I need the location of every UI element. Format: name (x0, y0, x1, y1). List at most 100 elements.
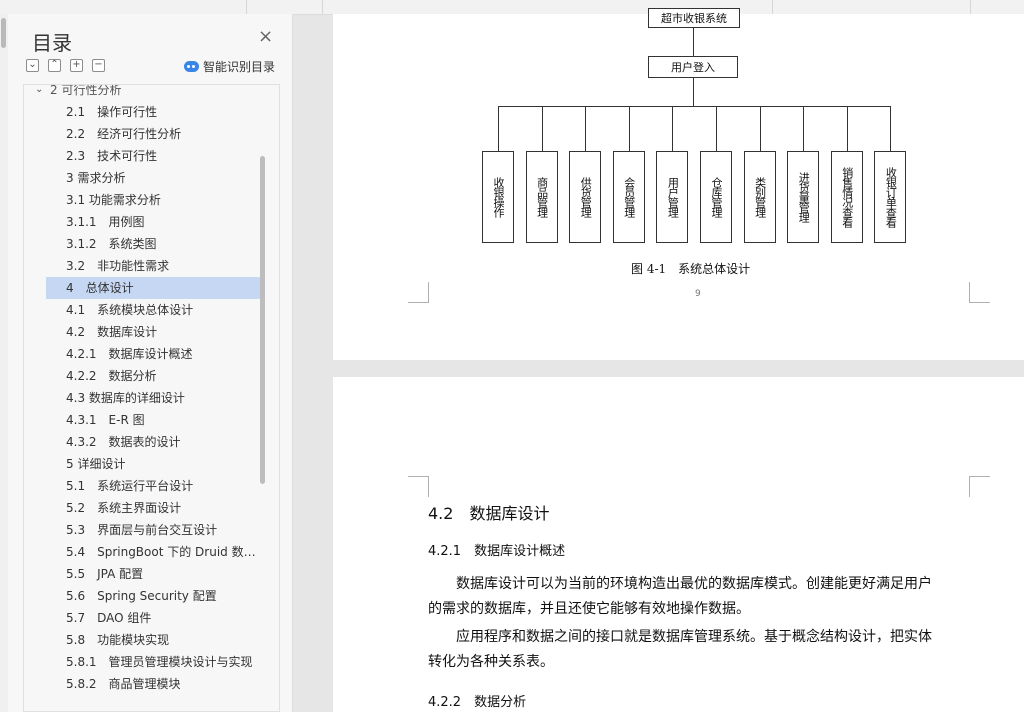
diagram-connector (672, 106, 674, 151)
toc-item[interactable]: 2.3 技术可行性 (46, 145, 261, 167)
toc-toolbar: ⌄ ⌃ + − (26, 59, 105, 72)
toc-item-label: 5.5 JPA 配置 (66, 567, 144, 581)
toc-item[interactable]: 3 需求分析 (46, 167, 261, 189)
diagram-module-box: 用户管理 (656, 151, 689, 243)
diagram-connector (759, 106, 761, 151)
toc-item[interactable]: 3.2 非功能性需求 (46, 255, 261, 277)
toc-item-label: 2.1 操作可行性 (66, 105, 158, 119)
toc-item[interactable]: 5.2 系统主界面设计 (46, 497, 261, 519)
toc-item-label: 5 详细设计 (66, 457, 126, 471)
toc-scrollbar-thumb[interactable] (260, 156, 265, 484)
page-number: 9 (695, 289, 701, 299)
diagram-connector (498, 106, 499, 151)
toc-item[interactable]: 5.1 系统运行平台设计 (46, 475, 261, 497)
toc-item[interactable]: 5.8.1 管理员管理模块设计与实现 (46, 651, 261, 673)
toc-item-label: 4.2 数据库设计 (66, 325, 158, 339)
toc-item-label: 5.3 界面层与前台交互设计 (66, 523, 218, 537)
figure-caption: 图 4-1 系统总体设计 (631, 262, 751, 276)
toc-item[interactable]: 5.4 SpringBoot 下的 Druid 数据源配置 (46, 541, 261, 563)
toc-item-label: 5.2 系统主界面设计 (66, 501, 182, 515)
toc-item-label: 3.1.2 系统类图 (66, 237, 157, 251)
left-scrollbar-thumb[interactable] (1, 18, 6, 48)
toc-item-label: 3.1.1 用例图 (66, 215, 145, 229)
toc-item[interactable]: 2.2 经济可行性分析 (46, 123, 261, 145)
ai-robot-icon (184, 61, 199, 72)
toc-item[interactable]: 4.2.1 数据库设计概述 (46, 343, 261, 365)
toc-item-label: 5.1 系统运行平台设计 (66, 479, 194, 493)
subsection-heading: 4.2.1 数据库设计概述 (428, 544, 566, 559)
diagram-bus-line (498, 106, 890, 107)
toc-item-label: 2.2 经济可行性分析 (66, 127, 182, 141)
toc-item[interactable]: 5.5 JPA 配置 (46, 563, 261, 585)
toc-item-label: 3 需求分析 (66, 171, 126, 185)
crop-mark (969, 476, 990, 497)
diagram-module-box: 类别管理 (743, 151, 776, 243)
toc-item[interactable]: 4 总体设计 (46, 277, 261, 299)
diagram-connector (846, 106, 848, 151)
toc-item-label: 4.3 数据库的详细设计 (66, 391, 185, 405)
toc-item[interactable]: 5.8 功能模块实现 (46, 629, 261, 651)
toc-item[interactable]: 5.6 Spring Security 配置 (46, 585, 261, 607)
ai-recognize-label: 智能识别目录 (203, 60, 276, 74)
toc-item[interactable]: 5.3 界面层与前台交互设计 (46, 519, 261, 541)
toc-item[interactable]: 3.1 功能需求分析 (46, 189, 261, 211)
diagram-connector (585, 106, 587, 151)
toc-item[interactable]: 5.7 DAO 组件 (46, 607, 261, 629)
toc-item-label: 5.7 DAO 组件 (66, 611, 152, 625)
toc-item[interactable]: 4.3.1 E-R 图 (46, 409, 261, 431)
diagram-connector (803, 106, 805, 151)
section-heading: 4.2 数据库设计 (428, 504, 550, 523)
paragraph-line: 转化为各种关系表。 (428, 654, 554, 670)
toc-item[interactable]: 3.1.2 系统类图 (46, 233, 261, 255)
collapse-up-icon[interactable]: ⌃ (48, 59, 61, 72)
toc-item[interactable]: 5.8.2 商品管理模块 (46, 673, 261, 695)
crop-mark (408, 282, 429, 303)
left-scrollbar[interactable] (0, 14, 8, 712)
toc-item[interactable]: 4.1 系统模块总体设计 (46, 299, 261, 321)
toc-item[interactable]: 4.2 数据库设计 (46, 321, 261, 343)
toc-item-label: 3.1 功能需求分析 (66, 193, 161, 207)
toc-item-top[interactable]: ⌄ 2 可行性分析 (24, 84, 239, 101)
toc-item-label: 5.6 Spring Security 配置 (66, 589, 217, 603)
toc-item-label: 5.4 SpringBoot 下的 Druid 数据源配置 (66, 545, 261, 559)
toc-item-label: 4.1 系统模块总体设计 (66, 303, 194, 317)
toc-title: 目录 (32, 31, 72, 55)
diagram-connector (628, 106, 630, 151)
minus-icon[interactable]: − (92, 59, 105, 72)
paragraph-line: 应用程序和数据之间的接口就是数据库管理系统。基于概念结构设计，把实体 (456, 629, 932, 645)
top-ruler (0, 0, 1024, 15)
diagram-module-box: 商品管理 (525, 151, 558, 243)
toc-item[interactable]: 4.3.2 数据表的设计 (46, 431, 261, 453)
diagram-module-box: 供货管理 (569, 151, 602, 243)
diagram-connector (541, 106, 543, 151)
toc-item-label: 5.8.2 商品管理模块 (66, 677, 181, 691)
toc-item[interactable]: 3.1.1 用例图 (46, 211, 261, 233)
subsection-heading: 4.2.2 数据分析 (428, 695, 527, 710)
toc-item-label: 3.2 非功能性需求 (66, 259, 170, 273)
toc-item[interactable]: 4.2.2 数据分析 (46, 365, 261, 387)
diagram-connector (890, 106, 892, 151)
toc-item-label: 4.2.1 数据库设计概述 (66, 347, 193, 361)
diagram-module-box: 会员管理 (612, 151, 645, 243)
collapse-down-icon[interactable]: ⌄ (26, 59, 39, 72)
chevron-down-icon[interactable]: ⌄ (35, 85, 43, 101)
diagram-module-box: 进货量管理 (787, 151, 820, 243)
diagram-connector (716, 106, 717, 151)
ai-recognize-toc-button[interactable]: 智能识别目录 (184, 58, 275, 75)
document-page: 超市收银系统 用户登入 图 4-1 系统总体设计 9 收银操作 商品管理 供货管理会… (333, 8, 1024, 360)
toc-item-label: 4.3.2 数据表的设计 (66, 435, 181, 449)
crop-mark (969, 282, 990, 303)
diagram-module-box: 仓库管理 (700, 151, 732, 243)
close-icon[interactable]: × (258, 28, 273, 46)
toc-item-label: 2 可行性分析 (50, 84, 122, 97)
plus-icon[interactable]: + (70, 59, 83, 72)
diagram-module-box: 收银订单查看 (874, 151, 907, 243)
toc-item-label: 5.8 功能模块实现 (66, 633, 170, 647)
toc-item-label: 4 总体设计 (66, 281, 134, 295)
toc-item[interactable]: 4.3 数据库的详细设计 (46, 387, 261, 409)
toc-item[interactable]: 2.1 操作可行性 (46, 101, 261, 123)
toc-item[interactable]: 5 详细设计 (46, 453, 261, 475)
toc-item-label: 4.3.1 E-R 图 (66, 413, 145, 427)
diagram-module-box: 销售情况查看 (830, 151, 863, 243)
toc-item-label: 4.2.2 数据分析 (66, 369, 157, 383)
